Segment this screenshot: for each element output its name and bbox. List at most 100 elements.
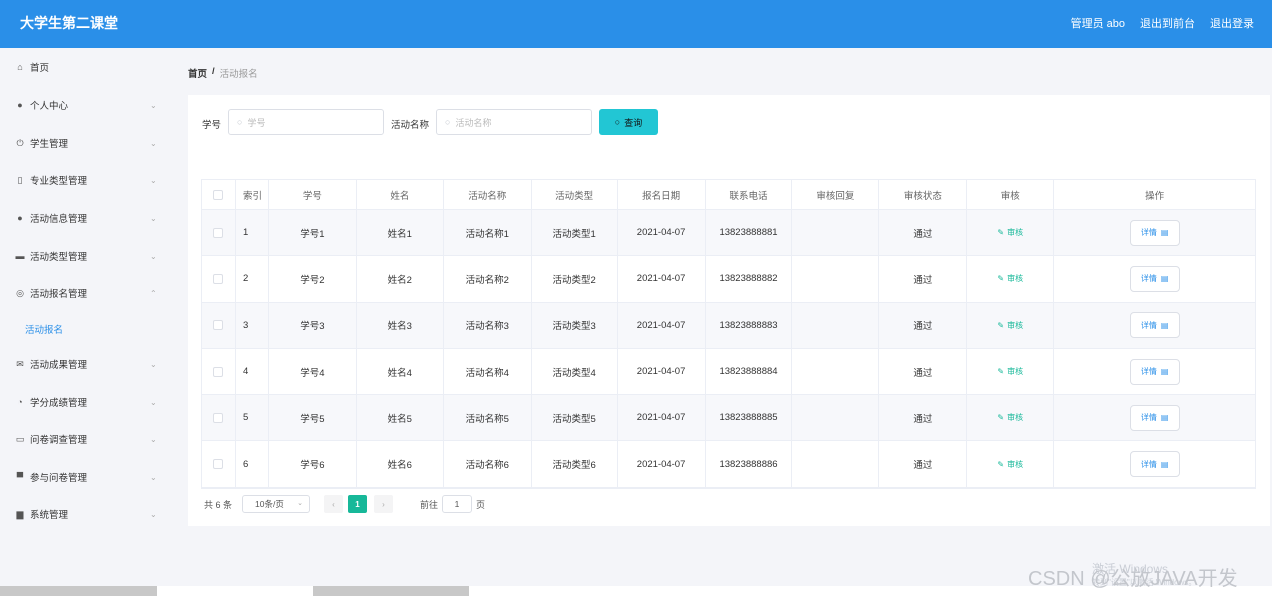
cell-actions: 详情 ▤ bbox=[1054, 303, 1255, 348]
sidebar-item-credits[interactable]: ◔ 学分成绩管理 ⌄ bbox=[0, 390, 172, 414]
cell-activity-name: 活动名称3 bbox=[444, 302, 532, 348]
chevron-down-icon: ⌄ bbox=[150, 100, 157, 110]
cell-audit-reply bbox=[792, 395, 880, 441]
student-id-input[interactable]: ○ 学号 bbox=[228, 109, 384, 135]
home-icon: ⌂ bbox=[17, 62, 23, 72]
sidebar-item-major-types[interactable]: ▯ 专业类型管理 ⌄ bbox=[0, 168, 172, 192]
detail-button[interactable]: 详情 ▤ bbox=[1129, 404, 1180, 431]
sidebar-item-surveys[interactable]: ▭ 问卷调查管理 ⌄ bbox=[0, 427, 172, 451]
cell-name: 姓名5 bbox=[357, 395, 444, 441]
sidebar-item-activity-results[interactable]: ✉ 活动成果管理 ⌄ bbox=[0, 352, 172, 376]
detail-button[interactable]: 详情 ▤ bbox=[1129, 312, 1180, 339]
bottom-tab[interactable] bbox=[0, 586, 157, 596]
bottom-tab[interactable] bbox=[313, 586, 469, 596]
audit-link[interactable]: ✎ 审核 bbox=[997, 227, 1023, 238]
sidebar-item-home[interactable]: ⌂ 首页 bbox=[0, 55, 172, 79]
audit-link[interactable]: ✎ 审核 bbox=[997, 412, 1023, 423]
main-panel: 学号 ○ 学号 活动名称 ○ 活动名称 ○ 查询 索引 学号 姓名 活动名称 活… bbox=[188, 95, 1270, 526]
query-button[interactable]: ○ 查询 bbox=[599, 109, 658, 135]
audit-link[interactable]: ✎ 审核 bbox=[997, 273, 1023, 284]
admin-user-label[interactable]: 管理员 abo bbox=[1071, 15, 1125, 31]
document-icon: ▤ bbox=[1160, 413, 1169, 423]
detail-button[interactable]: 详情 ▤ bbox=[1129, 219, 1180, 246]
audit-link[interactable]: ✎ 审核 bbox=[997, 459, 1023, 470]
sidebar-item-system[interactable]: ▆ 系统管理 ⌄ bbox=[0, 502, 172, 526]
header-student-id: 学号 bbox=[269, 180, 357, 209]
cell-audit: ✎ 审核 bbox=[967, 395, 1055, 441]
row-checkbox[interactable] bbox=[213, 366, 224, 377]
logout-link[interactable]: 退出登录 bbox=[1210, 15, 1254, 31]
header-signup-date: 报名日期 bbox=[618, 180, 706, 209]
cell-audit: ✎ 审核 bbox=[967, 441, 1055, 487]
cell-activity-type: 活动类型5 bbox=[532, 395, 618, 441]
detail-button[interactable]: 详情 ▤ bbox=[1129, 265, 1180, 292]
search-icon: ○ bbox=[237, 117, 243, 127]
prev-page-button[interactable]: ‹ bbox=[324, 495, 344, 513]
header-audit: 审核 bbox=[967, 180, 1055, 209]
sidebar-item-activity-types[interactable]: ▬ 活动类型管理 ⌄ bbox=[0, 244, 172, 268]
chevron-down-icon: ⌄ bbox=[150, 472, 157, 482]
table-row: 4 学号4 姓名4 活动名称4 活动类型4 2021-04-07 13823888884 通过… bbox=[202, 348, 1255, 396]
bottom-tab[interactable] bbox=[157, 586, 313, 596]
table-row: 2 学号2 姓名2 活动名称2 活动类型2 2021-04-07 13823888882 通过… bbox=[202, 256, 1255, 303]
audit-link[interactable]: ✎ 审核 bbox=[997, 366, 1023, 377]
top-bar: 大学生第二课堂 管理员 abo 退出到前台 退出登录 bbox=[0, 0, 1272, 48]
row-checkbox[interactable] bbox=[213, 459, 224, 470]
cell-activity-type: 活动类型3 bbox=[532, 302, 618, 348]
activity-name-input[interactable]: ○ 活动名称 bbox=[436, 109, 592, 135]
cell-signup-date: 2021-04-07 bbox=[618, 210, 706, 256]
sidebar-subitem-signup[interactable]: 活动报名 bbox=[0, 317, 172, 339]
chevron-down-icon: ⌄ bbox=[297, 500, 304, 507]
cell-student-id: 学号2 bbox=[269, 256, 357, 302]
chevron-down-icon: ⌄ bbox=[150, 397, 157, 407]
cell-signup-date: 2021-04-07 bbox=[618, 395, 706, 441]
total-count: 共 6 条 bbox=[204, 499, 233, 510]
cell-activity-type: 活动类型6 bbox=[532, 441, 618, 487]
chevron-down-icon: ⌄ bbox=[150, 359, 157, 369]
cell-activity-name: 活动名称2 bbox=[444, 256, 532, 302]
row-checkbox[interactable] bbox=[213, 412, 224, 423]
cell-audit-status: 通过 bbox=[879, 395, 968, 441]
breadcrumb-home[interactable]: 首页 bbox=[188, 66, 207, 80]
breadcrumb: 首页 / 活动报名 bbox=[188, 66, 258, 80]
edit-icon: ✎ bbox=[997, 413, 1005, 423]
sidebar-item-activity-signup[interactable]: ◎ 活动报名管理 ⌃ bbox=[0, 281, 172, 305]
cell-activity-name: 活动名称1 bbox=[444, 210, 532, 256]
row-checkbox[interactable] bbox=[213, 320, 224, 331]
page-number-button[interactable]: 1 bbox=[348, 495, 368, 513]
sidebar-item-personal[interactable]: ● 个人中心 ⌄ bbox=[0, 93, 172, 117]
next-page-button[interactable]: › bbox=[374, 495, 394, 513]
header-name: 姓名 bbox=[357, 180, 444, 209]
select-all-checkbox[interactable] bbox=[213, 189, 224, 200]
row-select-cell bbox=[202, 210, 236, 256]
row-select-cell bbox=[202, 441, 236, 487]
cell-audit-status: 通过 bbox=[879, 348, 968, 395]
sidebar: ⌂ 首页 ● 个人中心 ⌄ ⏻ 学生管理 ⌄ ▯ 专业类型管理 ⌄ ● 活动信息… bbox=[0, 48, 172, 586]
back-to-front-link[interactable]: 退出到前台 bbox=[1140, 15, 1195, 31]
header-actions: 操作 bbox=[1145, 190, 1165, 202]
audit-link[interactable]: ✎ 审核 bbox=[997, 320, 1023, 331]
sidebar-item-activity-info[interactable]: ● 活动信息管理 ⌄ bbox=[0, 206, 172, 230]
chevron-down-icon: ⌄ bbox=[150, 509, 157, 519]
document-icon: ▤ bbox=[1160, 459, 1169, 469]
cell-activity-type: 活动类型4 bbox=[532, 348, 618, 395]
header-phone: 联系电话 bbox=[706, 180, 793, 209]
sidebar-item-students[interactable]: ⏻ 学生管理 ⌄ bbox=[0, 131, 172, 155]
cell-index: 5 bbox=[236, 395, 269, 441]
row-select-cell bbox=[202, 348, 236, 395]
table-body: 1 学号1 姓名1 活动名称1 活动类型1 2021-04-07 13823888881 通过… bbox=[202, 210, 1255, 488]
breadcrumb-current: 活动报名 bbox=[219, 69, 258, 80]
search-icon: ○ bbox=[614, 117, 621, 127]
row-checkbox[interactable] bbox=[213, 273, 224, 284]
circle-icon: ◎ bbox=[16, 288, 24, 298]
cell-activity-name: 活动名称4 bbox=[444, 348, 532, 395]
row-checkbox[interactable] bbox=[213, 227, 224, 238]
detail-button[interactable]: 详情 ▤ bbox=[1129, 358, 1180, 385]
sidebar-item-survey-participation[interactable]: ▀ 参与问卷管理 ⌄ bbox=[0, 465, 172, 489]
header-audit-reply: 审核回复 bbox=[792, 180, 880, 209]
page-size-select[interactable]: 10条/页 ⌄ bbox=[242, 495, 311, 513]
cell-activity-type: 活动类型2 bbox=[532, 256, 618, 302]
goto-page-input[interactable]: 1 bbox=[442, 495, 473, 513]
detail-button[interactable]: 详情 ▤ bbox=[1129, 451, 1180, 478]
cell-student-id: 学号5 bbox=[269, 395, 357, 441]
